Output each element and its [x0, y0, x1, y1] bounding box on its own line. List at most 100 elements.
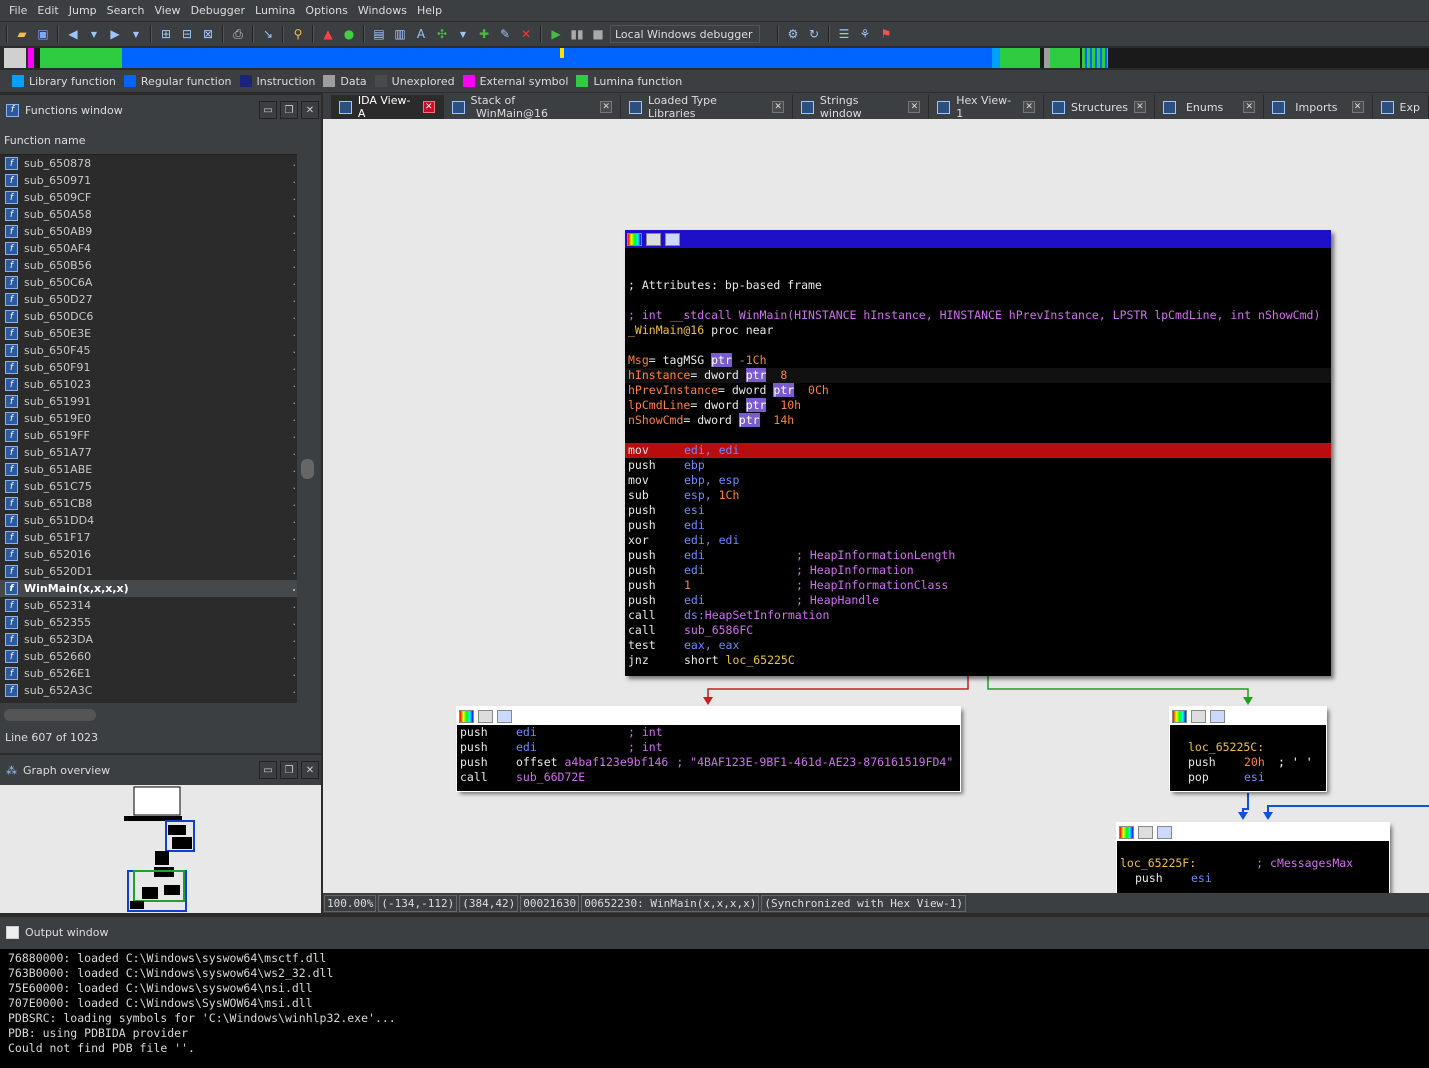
close-tab-icon[interactable]: ✕ — [422, 101, 435, 113]
instruction-line[interactable]: push ebp — [625, 458, 1331, 473]
function-list-item[interactable]: f WinMain(x,x,x,x). — [0, 580, 297, 597]
tab-enums[interactable]: Enums ✕ — [1155, 95, 1265, 119]
open-folder-icon[interactable]: ▰ — [13, 25, 31, 43]
menu-lumina[interactable]: Lumina — [250, 4, 300, 17]
function-list-item[interactable]: f sub_6509CF. — [0, 189, 297, 206]
close-tab-icon[interactable]: ✕ — [1243, 101, 1256, 113]
add-icon[interactable]: ✚ — [475, 25, 493, 43]
rename-icon[interactable] — [1191, 709, 1206, 723]
function-list-item[interactable]: f sub_650878. — [0, 155, 297, 172]
function-list-item[interactable]: f sub_652355. — [0, 614, 297, 631]
horizontal-scrollbar-thumb[interactable] — [4, 709, 96, 721]
close-icon[interactable]: ✕ — [301, 761, 319, 779]
function-list-item[interactable]: f sub_652A3C. — [0, 682, 297, 699]
color-palette-icon[interactable] — [627, 232, 642, 246]
var-name[interactable]: lpCmdLine — [628, 398, 690, 412]
menu-options[interactable]: Options — [300, 4, 352, 17]
rename-icon[interactable] — [646, 232, 661, 246]
instruction-line[interactable]: call ds:HeapSetInformation — [625, 608, 1331, 623]
instruction-line[interactable]: mov edi, edi — [625, 443, 1331, 458]
close-tab-icon[interactable]: ✕ — [908, 101, 921, 113]
forward-arrow-icon[interactable]: ▶ — [106, 25, 124, 43]
code-icon[interactable]: ▤ — [370, 25, 388, 43]
attach-icon[interactable]: ⚙ — [784, 25, 802, 43]
function-list-item[interactable]: f sub_652314. — [0, 597, 297, 614]
navigation-bar[interactable] — [28, 48, 1429, 68]
instruction-line[interactable]: push 1 ; HeapInformationClass — [625, 578, 1331, 593]
loc-label[interactable]: loc_65225C: — [1170, 740, 1326, 755]
graph-node-loc-65225c[interactable]: loc_65225C: push 20h ; ' ' pop esi — [1170, 707, 1326, 791]
prototype-name[interactable]: WinMain — [739, 308, 787, 322]
function-list-item[interactable]: f sub_652016. — [0, 546, 297, 563]
minimize-icon[interactable]: ▭ — [259, 101, 277, 119]
function-list-item[interactable]: f sub_651C75. — [0, 478, 297, 495]
operand-string-ref[interactable]: a4baf123e9bf146 — [564, 755, 668, 769]
menu-search[interactable]: Search — [102, 4, 150, 17]
immediate-search-icon[interactable]: ⊠ — [199, 25, 217, 43]
var-name[interactable]: hPrevInstance — [628, 383, 718, 397]
instruction-line[interactable]: push edi ; int — [457, 740, 960, 755]
tab-hex-view[interactable]: Hex View-1 ✕ — [929, 94, 1045, 120]
instruction-line[interactable]: push esi — [1117, 871, 1389, 886]
function-list-item[interactable]: f sub_6526E1. — [0, 665, 297, 682]
function-list-item[interactable]: f sub_651ABE. — [0, 461, 297, 478]
instruction-line[interactable]: push edi ; HeapHandle — [625, 593, 1331, 608]
group-nodes-icon[interactable] — [1157, 825, 1172, 839]
rename-icon[interactable] — [478, 709, 493, 723]
group-nodes-icon[interactable] — [497, 709, 512, 723]
forward-dropdown-icon[interactable]: ▼ — [127, 25, 145, 43]
var-name[interactable]: nShowCmd — [628, 413, 683, 427]
close-tab-icon[interactable]: ✕ — [1023, 101, 1036, 113]
var-name[interactable]: Msg — [628, 353, 649, 367]
operand-label[interactable]: loc_65225C — [726, 653, 795, 667]
float-icon[interactable]: ❐ — [280, 761, 298, 779]
pause-icon[interactable]: ▮▮ — [568, 25, 586, 43]
function-list-item[interactable]: f sub_6519FF. — [0, 427, 297, 444]
close-tab-icon[interactable]: ✕ — [772, 101, 785, 113]
function-list-item[interactable]: f sub_650AB9. — [0, 223, 297, 240]
tab-stack[interactable]: Stack of _WinMain@16 ✕ — [444, 94, 622, 120]
instruction-line[interactable]: push edi ; HeapInformationLength — [625, 548, 1331, 563]
graph-overview-canvas[interactable] — [0, 785, 321, 913]
function-name-column-header[interactable]: Function name — [0, 127, 297, 155]
instruction-line[interactable]: xor edi, edi — [625, 533, 1331, 548]
function-list-item[interactable]: f sub_650AF4. — [0, 240, 297, 257]
function-list-item[interactable]: f sub_6520D1. — [0, 563, 297, 580]
tab-loaded-type-libraries[interactable]: Loaded Type Libraries ✕ — [621, 94, 794, 120]
flag-icon[interactable]: ⚑ — [877, 25, 895, 43]
printer-icon[interactable]: ⎙ — [229, 25, 247, 43]
search-icon[interactable]: ⚲ — [289, 25, 307, 43]
menu-view[interactable]: View — [149, 4, 185, 17]
menu-help[interactable]: Help — [412, 4, 447, 17]
close-tab-icon[interactable]: ✕ — [600, 101, 613, 113]
instruction-line[interactable]: push edi ; int — [457, 725, 960, 740]
close-tab-icon[interactable]: ✕ — [1133, 101, 1146, 113]
refresh-icon[interactable]: ↻ — [805, 25, 823, 43]
instruction-line[interactable]: sub esp, 1Ch — [625, 488, 1331, 503]
menu-debugger[interactable]: Debugger — [186, 4, 250, 17]
binary-search-icon[interactable]: ⊞ — [157, 25, 175, 43]
group-nodes-icon[interactable] — [665, 232, 680, 246]
graph-view[interactable]: ; Attributes: bp-based frame ; int __std… — [323, 119, 1429, 893]
function-list-item[interactable]: f sub_651F17. — [0, 529, 297, 546]
vertical-scrollbar[interactable] — [299, 155, 316, 703]
proc-name[interactable]: _WinMain@16 — [628, 323, 704, 337]
close-icon[interactable]: ✕ — [301, 101, 319, 119]
instruction-line[interactable]: call sub_66D72E — [457, 770, 960, 785]
tab-imports[interactable]: Imports ✕ — [1264, 95, 1373, 119]
save-icon[interactable]: ▣ — [34, 25, 52, 43]
tab-strings[interactable]: Strings window ✕ — [793, 94, 930, 120]
function-list-item[interactable]: f sub_651A77. — [0, 444, 297, 461]
color-palette-icon[interactable] — [1172, 709, 1187, 723]
function-list-item[interactable]: f sub_651023. — [0, 376, 297, 393]
color-palette-icon[interactable] — [1119, 825, 1134, 839]
minimize-icon[interactable]: ▭ — [259, 761, 277, 779]
menu-windows[interactable]: Windows — [353, 4, 412, 17]
function-list-item[interactable]: f sub_651DD4. — [0, 512, 297, 529]
graph-node-loc-65225f[interactable]: loc_65225F: ; cMessagesMax push esi — [1117, 823, 1389, 893]
var-name[interactable]: hInstance — [628, 368, 690, 382]
tab-exports[interactable]: Exp — [1373, 95, 1429, 119]
function-list-item[interactable]: f sub_650DC6. — [0, 308, 297, 325]
instruction-line[interactable]: call sub_6586FC — [625, 623, 1331, 638]
function-list-item[interactable]: f sub_650C6A. — [0, 274, 297, 291]
